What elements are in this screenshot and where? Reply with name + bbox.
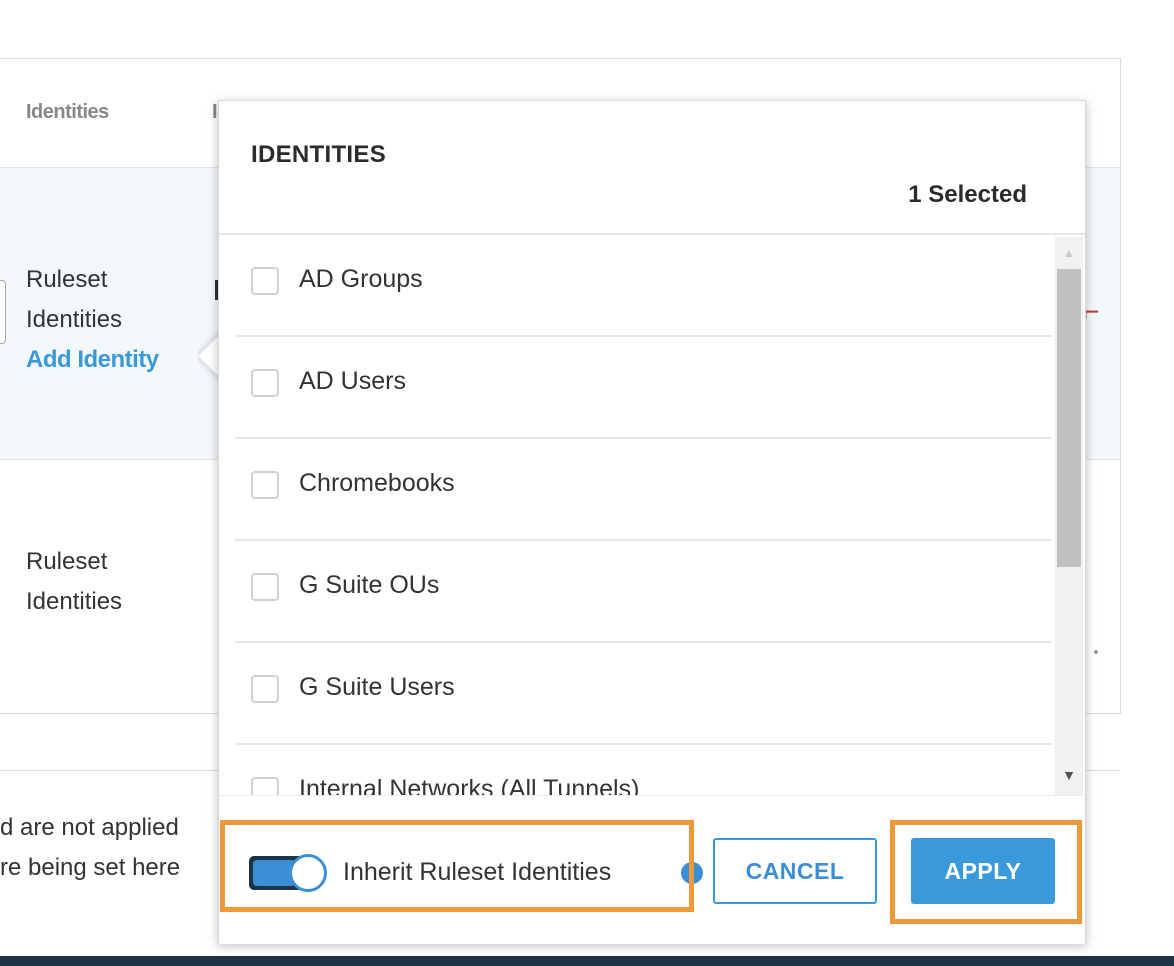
- toggle-switch[interactable]: [249, 854, 327, 892]
- identity-option-label: AD Users: [299, 367, 406, 395]
- toggle-label: Inherit Ruleset Identities: [343, 858, 612, 886]
- footer-note-line2: re being set here: [0, 854, 181, 881]
- identity-list[interactable]: AD Groups AD Users Chromebooks G Suite O…: [219, 235, 1085, 795]
- checkbox[interactable]: [251, 267, 279, 295]
- checkbox[interactable]: [251, 777, 279, 795]
- identity-option-g-suite-ous[interactable]: G Suite OUs: [235, 541, 1052, 643]
- identity-option-label: Chromebooks: [299, 469, 455, 497]
- identity-option-g-suite-users[interactable]: G Suite Users: [235, 643, 1052, 745]
- identity-option-internal-networks[interactable]: Internal Networks (All Tunnels): [235, 745, 1052, 795]
- identity-option-label: G Suite OUs: [299, 571, 440, 599]
- identities-label: Identities: [26, 588, 123, 615]
- row-stub-control[interactable]: [0, 280, 6, 344]
- checkbox[interactable]: [251, 573, 279, 601]
- inherit-ruleset-identities-toggle[interactable]: Inherit Ruleset Identities i: [249, 854, 703, 894]
- scroll-up-arrow-icon[interactable]: ▲: [1055, 245, 1083, 261]
- footer-note-line1: d are not applied: [0, 814, 179, 841]
- add-identity-link[interactable]: Add Identity: [26, 340, 159, 380]
- scroll-down-arrow-icon[interactable]: ▼: [1055, 765, 1083, 785]
- ruleset-label: Ruleset: [26, 266, 108, 293]
- popover-footer: Inherit Ruleset Identities i CANCEL APPL…: [219, 795, 1085, 944]
- scrollbar-thumb[interactable]: [1057, 269, 1081, 567]
- bottom-bar: [0, 956, 1174, 966]
- checkbox[interactable]: [251, 675, 279, 703]
- checkbox[interactable]: [251, 369, 279, 397]
- identity-option-label: G Suite Users: [299, 673, 455, 701]
- column-header-next: I: [212, 101, 218, 123]
- identities-popover: IDENTITIES 1 Selected AD Groups AD Users…: [218, 100, 1086, 944]
- popover-title: IDENTITIES: [251, 141, 387, 168]
- identity-option-chromebooks[interactable]: Chromebooks: [235, 439, 1052, 541]
- more-dot-icon[interactable]: [1094, 650, 1098, 654]
- column-header-identities: Identities: [26, 101, 109, 123]
- identity-option-ad-users[interactable]: AD Users: [235, 337, 1052, 439]
- toggle-knob[interactable]: [289, 854, 327, 892]
- cancel-button[interactable]: CANCEL: [713, 838, 877, 904]
- info-icon[interactable]: i: [681, 862, 703, 884]
- apply-button[interactable]: APPLY: [911, 838, 1055, 904]
- checkbox[interactable]: [251, 471, 279, 499]
- selected-count: 1 Selected: [908, 181, 1027, 208]
- ruleset-label: Ruleset: [26, 548, 108, 575]
- identity-option-ad-groups[interactable]: AD Groups: [235, 235, 1052, 337]
- list-scrollbar[interactable]: ▲ ▼: [1055, 237, 1083, 795]
- identities-label: Identities: [26, 306, 123, 333]
- identity-option-label: AD Groups: [299, 265, 423, 293]
- identity-option-label: Internal Networks (All Tunnels): [299, 775, 640, 795]
